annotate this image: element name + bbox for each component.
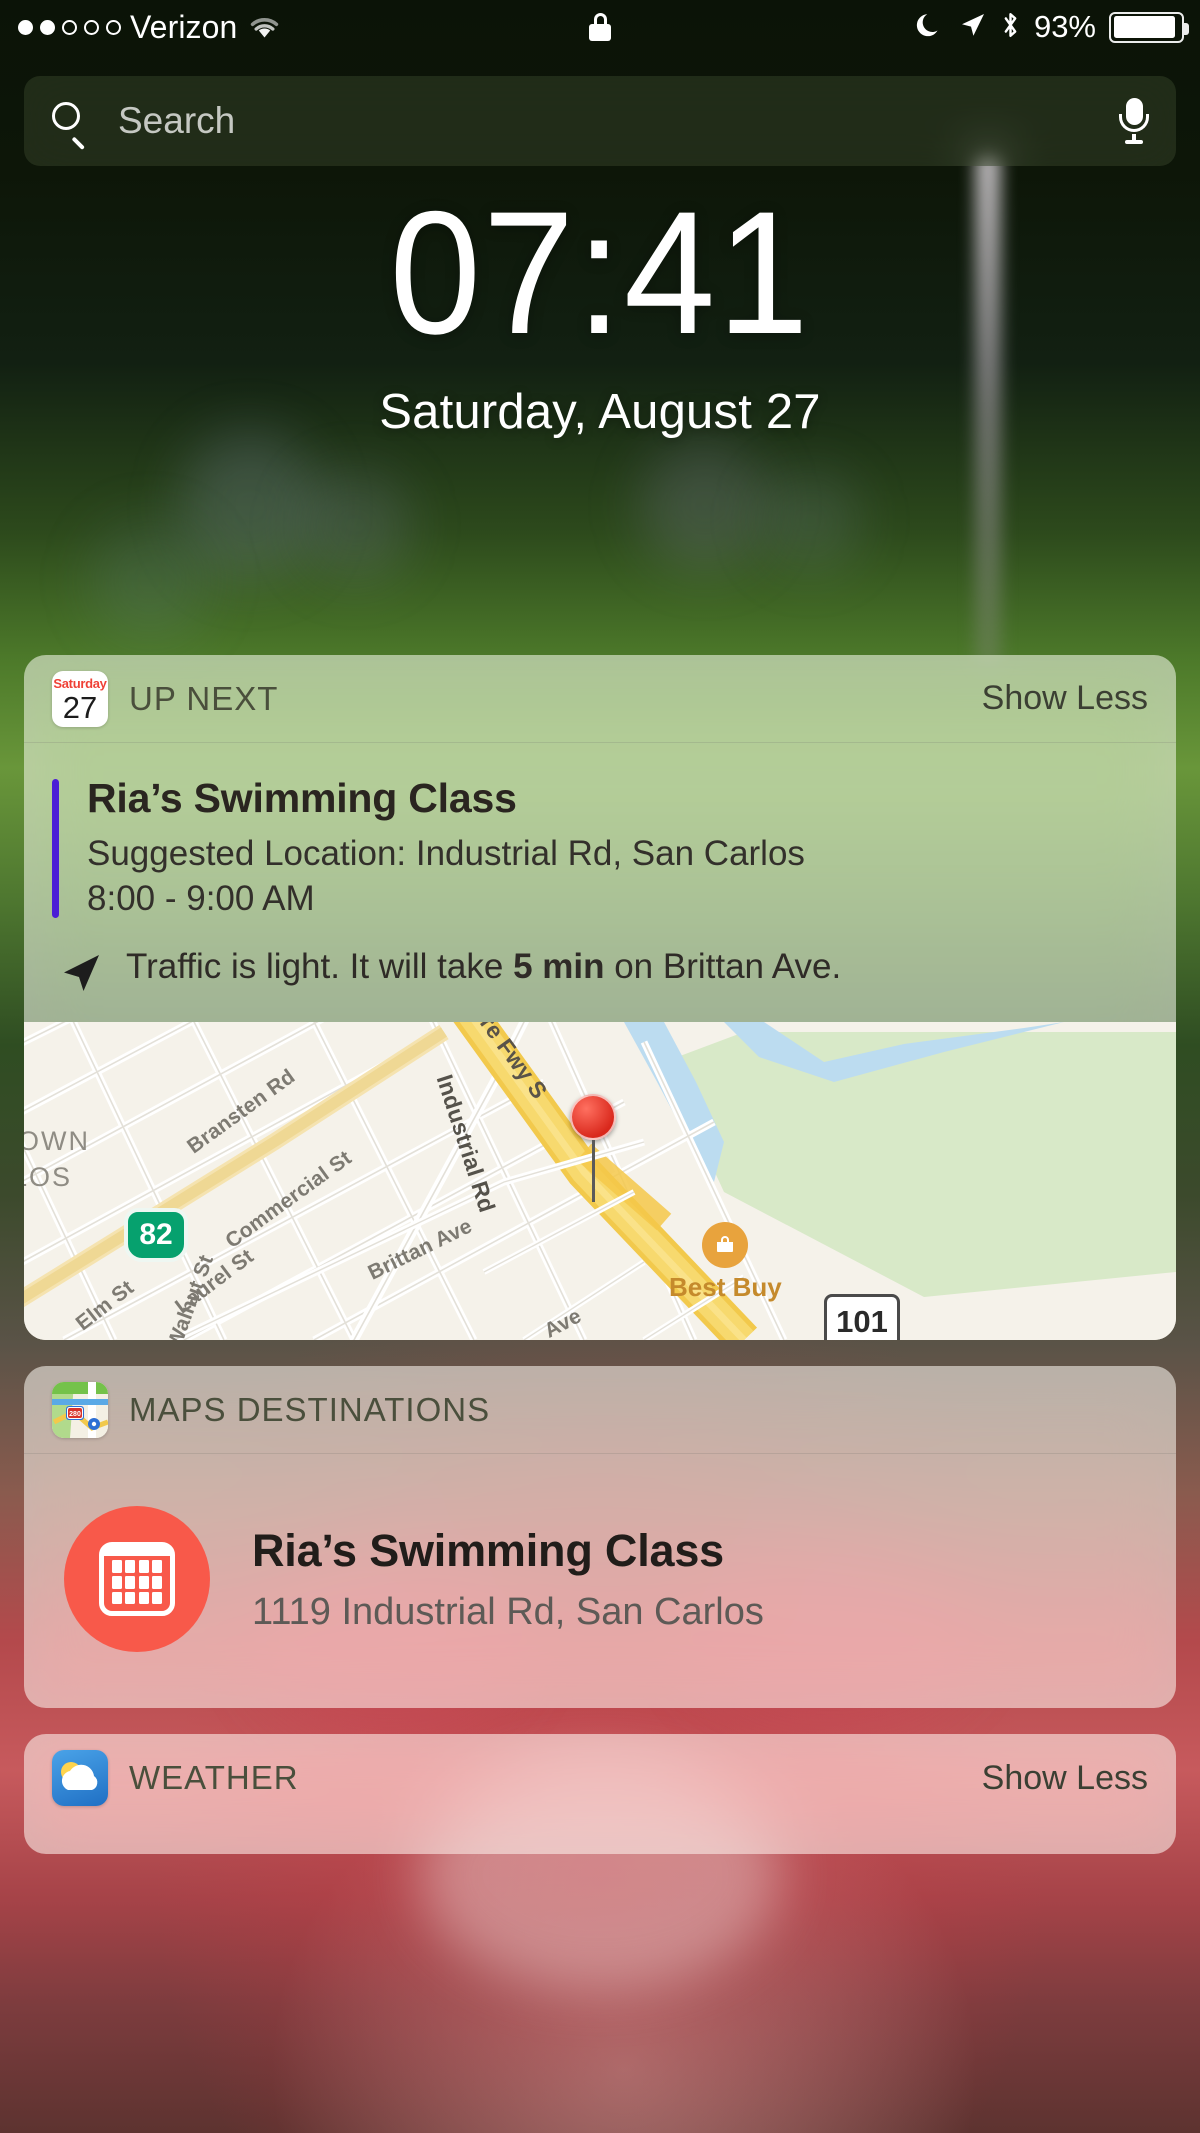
event-title: Ria’s Swimming Class: [87, 775, 517, 821]
poi-label: Best Buy: [669, 1272, 782, 1303]
map-city-label: LOS: [24, 1162, 73, 1193]
status-bar: Verizon 93%: [0, 0, 1200, 54]
search-icon: [50, 100, 92, 151]
weather-title: WEATHER: [129, 1759, 299, 1797]
lock-icon: [589, 13, 611, 41]
calendar-icon-day: 27: [62, 689, 98, 725]
widget-maps-destinations[interactable]: 280 MAPS DESTINATIONS Ria’s Swimming Cla…: [24, 1366, 1176, 1709]
microphone-icon[interactable]: [1118, 98, 1150, 144]
wallpaper-blob: [760, 470, 860, 570]
destination-address: 1119 Industrial Rd, San Carlos: [252, 1590, 764, 1633]
maps-destinations-title: MAPS DESTINATIONS: [129, 1390, 491, 1428]
map-preview[interactable]: OWN LOS Bransten Rd Commercial St Indust…: [24, 1022, 1176, 1341]
widget-stack: Saturday 27 UP NEXT Show Less Ria’s Swim…: [24, 655, 1176, 1855]
weather-icon: [52, 1750, 108, 1807]
traffic-prefix: Traffic is light. It will take: [126, 947, 514, 987]
poi-icon: [702, 1222, 749, 1269]
map-pin-destination[interactable]: [570, 1094, 616, 1203]
traffic-info: Traffic is light. It will take 5 min on …: [24, 928, 1176, 1022]
route-shield-82: 82: [124, 1208, 188, 1263]
wallpaper-blob: [640, 440, 770, 570]
maps-icon: 280: [52, 1381, 108, 1438]
route-shield-101: 101: [824, 1294, 900, 1341]
wallpaper-blob: [90, 520, 210, 640]
destination-row[interactable]: Ria’s Swimming Class 1119 Industrial Rd,…: [24, 1454, 1176, 1708]
widget-up-next[interactable]: Saturday 27 UP NEXT Show Less Ria’s Swim…: [24, 655, 1176, 1341]
search-input[interactable]: Search: [118, 100, 235, 142]
battery-icon: [1109, 11, 1189, 43]
weather-show-less-button[interactable]: Show Less: [982, 1759, 1148, 1798]
lock-screen-clock: 07:41 Saturday, August 27: [0, 176, 1200, 440]
traffic-text: Traffic is light. It will take 5 min on …: [126, 946, 841, 988]
event-text-block: Ria’s Swimming Class Suggested Location:…: [87, 775, 805, 920]
destination-icon-circle: [64, 1506, 210, 1653]
maps-destinations-header: 280 MAPS DESTINATIONS: [24, 1366, 1176, 1455]
traffic-duration: 5 min: [513, 947, 605, 987]
clock-date: Saturday, August 27: [379, 385, 821, 439]
search-bar[interactable]: Search: [24, 76, 1176, 166]
widget-weather[interactable]: WEATHER Show Less: [24, 1734, 1176, 1855]
svg-text:280: 280: [69, 1411, 81, 1418]
event-accent-bar: [52, 779, 59, 919]
destination-title: Ria’s Swimming Class: [252, 1524, 724, 1576]
calendar-icon: Saturday 27: [52, 670, 108, 727]
clock-time: 07:41: [389, 176, 811, 371]
traffic-suffix: on Brittan Ave.: [604, 947, 842, 987]
wallpaper-blob: [300, 470, 410, 580]
status-bar-center: [0, 13, 1200, 41]
up-next-event[interactable]: Ria’s Swimming Class Suggested Location:…: [24, 743, 1176, 928]
up-next-title: UP NEXT: [129, 679, 279, 717]
calendar-icon-weekday: Saturday: [53, 675, 107, 691]
up-next-header: Saturday 27 UP NEXT Show Less: [24, 655, 1176, 743]
event-time: 8:00 - 9:00 AM: [87, 878, 315, 918]
event-location: Suggested Location: Industrial Rd, San C…: [87, 834, 805, 873]
up-next-show-less-button[interactable]: Show Less: [982, 679, 1148, 718]
navigation-arrow-icon: [58, 950, 104, 996]
weather-header: WEATHER Show Less: [24, 1734, 1176, 1822]
map-city-label: OWN: [24, 1126, 90, 1157]
calendar-destination-icon: [99, 1542, 175, 1617]
destination-text-block: Ria’s Swimming Class 1119 Industrial Rd,…: [252, 1525, 764, 1634]
poi-best-buy[interactable]: Best Buy: [669, 1222, 782, 1303]
